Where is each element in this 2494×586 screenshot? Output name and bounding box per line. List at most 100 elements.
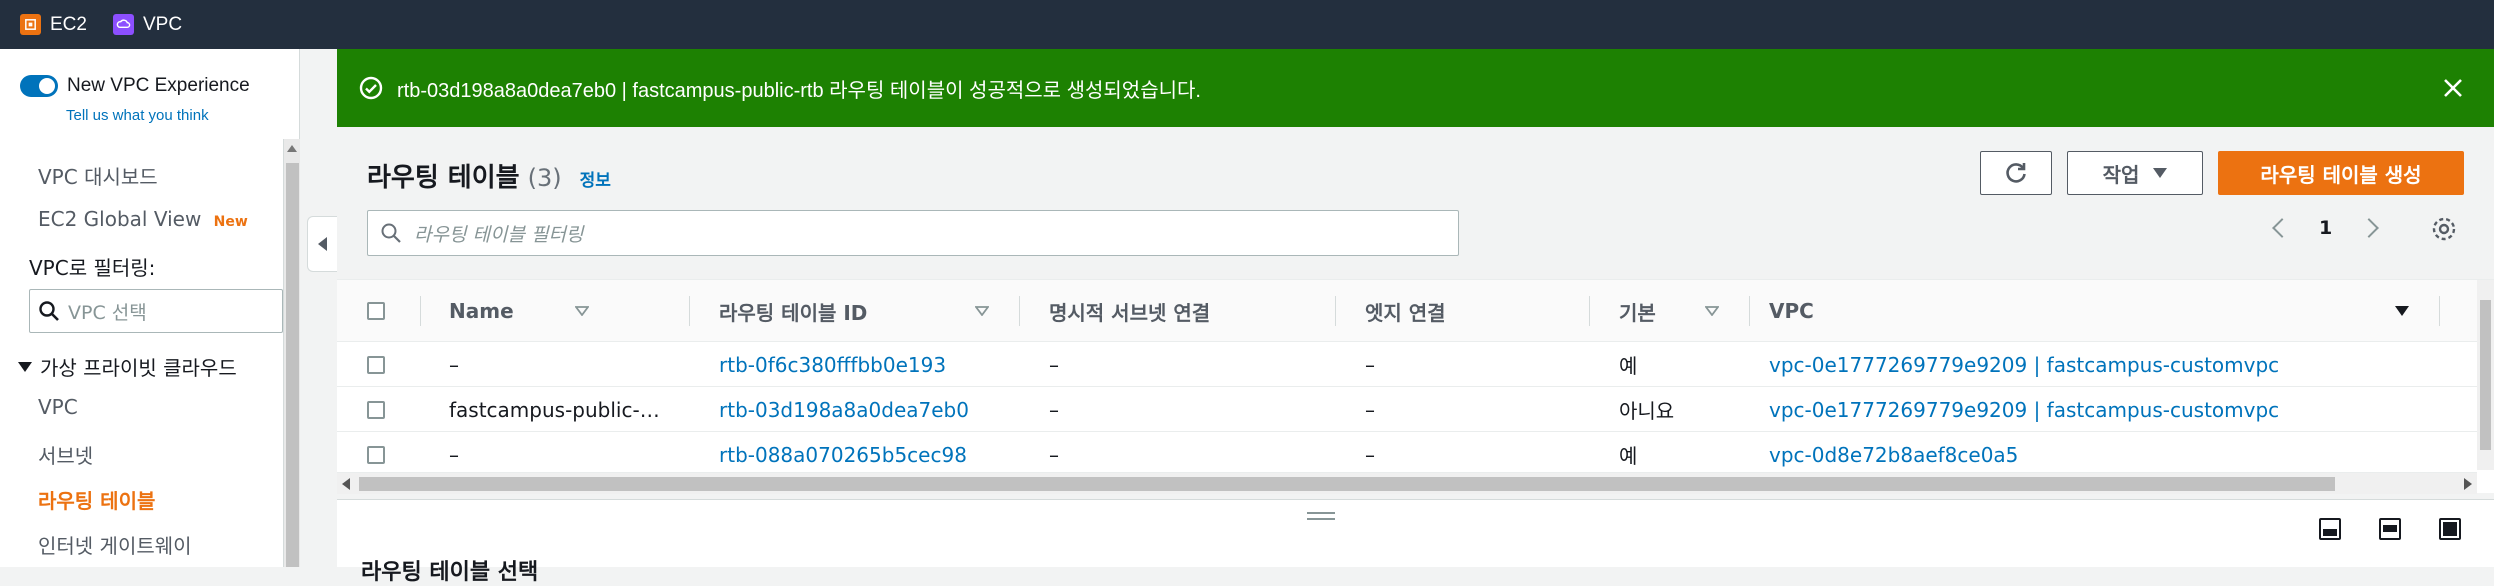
cell-route-table-id-link[interactable]: rtb-088a070265b5cec98 bbox=[719, 432, 967, 477]
select-all-cell[interactable] bbox=[367, 280, 385, 342]
split-panel: 라우팅 테이블 선택 bbox=[337, 499, 2494, 585]
row-select-cell[interactable] bbox=[367, 432, 385, 477]
success-check-icon bbox=[359, 76, 383, 100]
sidebar-item-subnets[interactable]: 서브넷 bbox=[38, 440, 93, 469]
cell-subnet: – bbox=[1049, 352, 1059, 377]
scroll-thumb[interactable] bbox=[359, 477, 2335, 491]
vpc-select-placeholder: VPC 선택 bbox=[68, 301, 147, 324]
flash-message: rtb-03d198a8a0dea7eb0 | fastcampus-publi… bbox=[397, 79, 1201, 102]
split-side-icon[interactable] bbox=[2379, 518, 2401, 540]
toggle-label: New VPC Experience bbox=[67, 75, 250, 96]
gear-icon[interactable] bbox=[2430, 215, 2458, 243]
column-header-label: Name bbox=[449, 299, 514, 323]
column-divider bbox=[1335, 296, 1336, 326]
service-shortcut-label: EC2 bbox=[50, 13, 87, 35]
pagination: 1 bbox=[2272, 217, 2380, 239]
row-checkbox[interactable] bbox=[367, 400, 385, 419]
split-full-icon[interactable] bbox=[2439, 518, 2461, 540]
row-checkbox[interactable] bbox=[367, 355, 385, 374]
feedback-link[interactable]: Tell us what you think bbox=[66, 107, 209, 124]
cell-vpc-link[interactable]: vpc-0e1777269779e9209 | fastcampus-custo… bbox=[1769, 387, 2279, 432]
sidebar-item-internet-gateways[interactable]: 인터넷 게이트웨이 bbox=[38, 530, 192, 559]
cell-vpc-link[interactable]: vpc-0e1777269779e9209 | fastcampus-custo… bbox=[1769, 342, 2279, 387]
search-icon bbox=[381, 223, 401, 243]
split-drag-handle[interactable] bbox=[1307, 512, 1335, 520]
column-divider bbox=[1589, 296, 1590, 326]
detail-panel-title: 라우팅 테이블 선택 bbox=[361, 560, 539, 585]
top-nav-bar: EC2 VPC bbox=[0, 0, 2494, 49]
scroll-right-icon[interactable] bbox=[2464, 478, 2472, 490]
sidebar-item-label: EC2 Global View bbox=[38, 207, 202, 231]
sidebar-item-vpc[interactable]: VPC bbox=[38, 395, 78, 419]
column-header-label: 기본 bbox=[1619, 300, 1656, 325]
actions-dropdown[interactable]: 작업 bbox=[2067, 151, 2203, 195]
column-header-main[interactable]: 기본 bbox=[1619, 280, 1719, 342]
select-all-checkbox[interactable] bbox=[367, 302, 385, 320]
item-count: (3) bbox=[527, 164, 562, 192]
scroll-thumb[interactable] bbox=[286, 163, 299, 567]
collapse-sidebar-button[interactable] bbox=[307, 216, 337, 272]
new-vpc-experience-toggle-row[interactable]: New VPC Experience bbox=[20, 75, 250, 97]
column-header-route-table-id[interactable]: 라우팅 테이블 ID bbox=[719, 280, 989, 342]
column-divider bbox=[2439, 296, 2440, 326]
route-table-filter-input[interactable]: 라우팅 테이블 필터링 bbox=[367, 210, 1459, 256]
service-shortcut-ec2[interactable]: EC2 bbox=[20, 14, 87, 36]
sidebar-item-ec2-global-view[interactable]: EC2 Global View New bbox=[38, 207, 248, 231]
cell-name: fastcampus-public-… bbox=[449, 397, 660, 422]
scroll-thumb[interactable] bbox=[2480, 300, 2491, 450]
sidebar: New VPC Experience Tell us what you thin… bbox=[0, 49, 300, 567]
sort-icon bbox=[1705, 306, 1719, 316]
sidebar-item-vpc-dashboard[interactable]: VPC 대시보드 bbox=[38, 161, 158, 190]
column-divider bbox=[420, 296, 421, 326]
table-horizontal-scrollbar[interactable] bbox=[337, 472, 2477, 494]
title-text: 라우팅 테이블 bbox=[367, 163, 520, 193]
table-vertical-scrollbar[interactable] bbox=[2477, 280, 2494, 470]
cell-main: 예 bbox=[1619, 354, 1638, 378]
current-page[interactable]: 1 bbox=[2319, 217, 2332, 239]
caret-down-icon bbox=[18, 361, 32, 372]
cell-route-table-id-link[interactable]: rtb-03d198a8a0dea7eb0 bbox=[719, 387, 969, 432]
service-shortcut-label: VPC bbox=[142, 13, 183, 35]
column-header-label: VPC bbox=[1769, 299, 1814, 323]
column-divider bbox=[1019, 296, 1020, 326]
column-header-vpc[interactable]: VPC bbox=[1769, 280, 2409, 342]
cell-subnet: – bbox=[1049, 442, 1059, 467]
column-header-name[interactable]: Name bbox=[449, 280, 589, 342]
previous-page-icon[interactable] bbox=[2272, 218, 2292, 238]
cell-edge: – bbox=[1365, 397, 1375, 422]
sidebar-section-vpc[interactable]: 가상 프라이빗 클라우드 bbox=[18, 352, 237, 381]
next-page-icon[interactable] bbox=[2359, 218, 2380, 238]
actions-label: 작업 bbox=[2102, 162, 2140, 187]
vpc-icon bbox=[112, 14, 134, 35]
vpc-filter-select[interactable]: VPC 선택 bbox=[29, 289, 283, 333]
sidebar-scrollbar[interactable] bbox=[283, 139, 300, 567]
new-badge: New bbox=[213, 214, 248, 230]
column-header-edge[interactable]: 엣지 연결 bbox=[1365, 280, 1446, 342]
success-flashbar: rtb-03d198a8a0dea7eb0 | fastcampus-publi… bbox=[337, 49, 2494, 127]
table-row[interactable]: – rtb-0f6c380fffbb0e193 – – 예 vpc-0e1777… bbox=[337, 342, 2477, 387]
table-row[interactable]: – rtb-088a070265b5cec98 – – 예 vpc-0d8e72… bbox=[337, 432, 2477, 477]
row-checkbox[interactable] bbox=[367, 445, 385, 464]
column-header-label: 라우팅 테이블 ID bbox=[719, 300, 868, 325]
split-bottom-icon[interactable] bbox=[2319, 518, 2341, 540]
info-link[interactable]: 정보 bbox=[580, 166, 611, 191]
scroll-left-icon[interactable] bbox=[342, 478, 350, 490]
caret-down-icon bbox=[2153, 168, 2168, 178]
row-select-cell[interactable] bbox=[367, 342, 385, 387]
chevron-left-icon bbox=[318, 237, 327, 251]
cell-edge: – bbox=[1365, 442, 1375, 467]
cell-main: 예 bbox=[1619, 444, 1638, 468]
refresh-button[interactable] bbox=[1980, 151, 2052, 195]
column-header-explicit-subnet[interactable]: 명시적 서브넷 연결 bbox=[1049, 280, 1210, 342]
table-row[interactable]: fastcampus-public-… rtb-03d198a8a0dea7eb… bbox=[337, 387, 2477, 432]
close-icon[interactable] bbox=[2440, 75, 2466, 101]
create-route-table-button[interactable]: 라우팅 테이블 생성 bbox=[2218, 151, 2464, 195]
scroll-up-icon[interactable] bbox=[287, 145, 297, 152]
cell-route-table-id-link[interactable]: rtb-0f6c380fffbb0e193 bbox=[719, 342, 946, 387]
row-select-cell[interactable] bbox=[367, 387, 385, 432]
new-vpc-experience-toggle[interactable] bbox=[20, 75, 58, 97]
service-shortcut-vpc[interactable]: VPC bbox=[112, 13, 183, 36]
sidebar-item-route-tables[interactable]: 라우팅 테이블 bbox=[38, 485, 155, 514]
page-title: 라우팅 테이블 (3) 정보 bbox=[367, 157, 611, 194]
cell-vpc-link[interactable]: vpc-0d8e72b8aef8ce0a5 bbox=[1769, 432, 2018, 477]
